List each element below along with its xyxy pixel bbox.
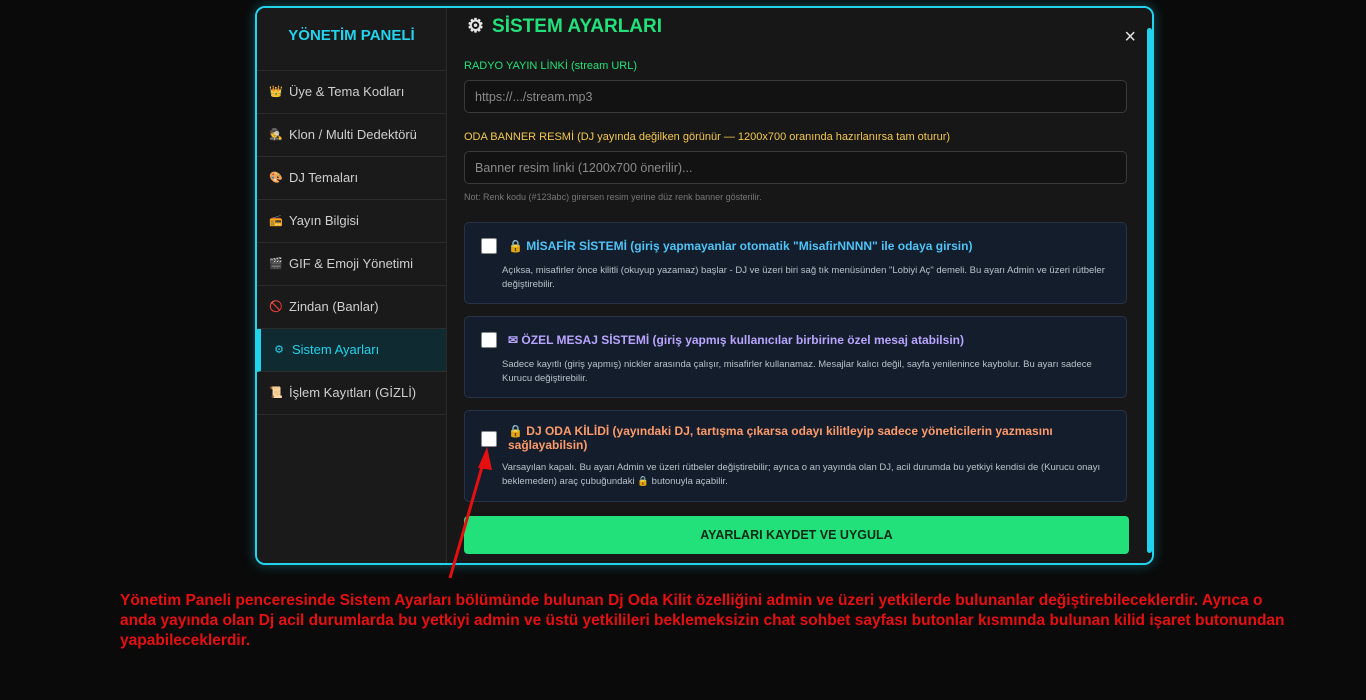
arrow-head — [478, 447, 492, 470]
arrow-shaft — [448, 459, 486, 579]
annotation-caption: Yönetim Paneli penceresinde Sistem Ayarl… — [120, 592, 1285, 649]
